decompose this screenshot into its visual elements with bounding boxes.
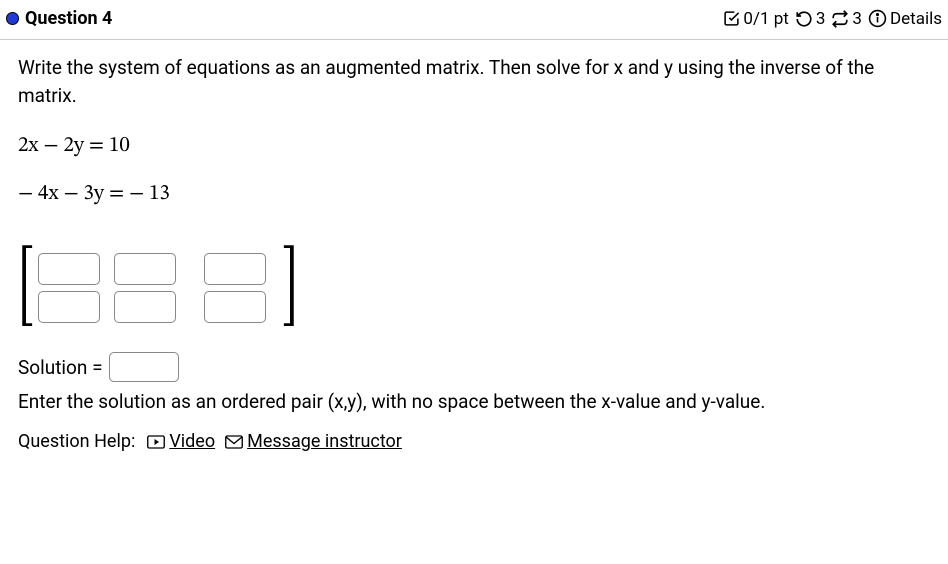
matrix-cell-2-3[interactable] — [204, 291, 266, 323]
matrix-cell-2-1[interactable] — [38, 291, 100, 323]
matrix-grid — [38, 253, 266, 323]
equation-system: 2x − 2y = 10 − 4x − 3y = − 13 — [18, 133, 930, 207]
instructions-text: Write the system of equations as an augm… — [18, 54, 930, 109]
matrix-cell-2-2[interactable] — [114, 291, 176, 323]
message-instructor-link[interactable]: Message instructor — [225, 431, 402, 452]
header-right: 0/1 pt 3 3 — [723, 9, 942, 29]
status-bullet-icon — [6, 12, 19, 25]
score-text: 0/1 pt — [743, 9, 788, 29]
header-left: Question 4 — [6, 8, 112, 29]
matrix-cell-1-1[interactable] — [38, 253, 100, 285]
right-bracket-icon: ] — [282, 251, 299, 324]
matrix-cell-1-2[interactable] — [114, 253, 176, 285]
equation-1: 2x − 2y = 10 — [18, 133, 930, 159]
solution-hint: Enter the solution as an ordered pair (x… — [18, 390, 930, 413]
reattempt-indicator: 3 — [831, 9, 862, 29]
retry-indicator: 3 — [795, 9, 826, 29]
retry-count: 3 — [816, 9, 826, 29]
video-link-text: Video — [169, 431, 215, 452]
retry-icon — [795, 10, 813, 28]
checkbox-icon — [723, 10, 740, 27]
solution-row: Solution = — [18, 352, 930, 382]
question-title: Question 4 — [25, 8, 112, 29]
matrix-cell-1-3[interactable] — [204, 253, 266, 285]
question-header: Question 4 0/1 pt 3 — [0, 0, 948, 40]
solution-label: Solution = — [18, 356, 103, 379]
question-content: Write the system of equations as an augm… — [0, 40, 948, 452]
help-label: Question Help: — [18, 431, 135, 452]
swap-icon — [831, 10, 849, 28]
video-link[interactable]: Video — [147, 431, 215, 452]
details-label: Details — [890, 9, 942, 29]
video-icon — [147, 435, 165, 449]
reattempt-count: 3 — [852, 9, 862, 29]
details-link[interactable]: Details — [868, 9, 942, 29]
solution-input[interactable] — [109, 352, 179, 382]
info-icon — [868, 9, 887, 28]
score-indicator: 0/1 pt — [723, 9, 788, 29]
envelope-icon — [225, 435, 243, 449]
equation-2: − 4x − 3y = − 13 — [18, 181, 930, 207]
help-row: Question Help: Video Message instructor — [18, 431, 930, 452]
message-link-text: Message instructor — [247, 431, 402, 452]
augmented-matrix: [ ] — [18, 251, 930, 324]
left-bracket-icon: [ — [18, 251, 35, 324]
